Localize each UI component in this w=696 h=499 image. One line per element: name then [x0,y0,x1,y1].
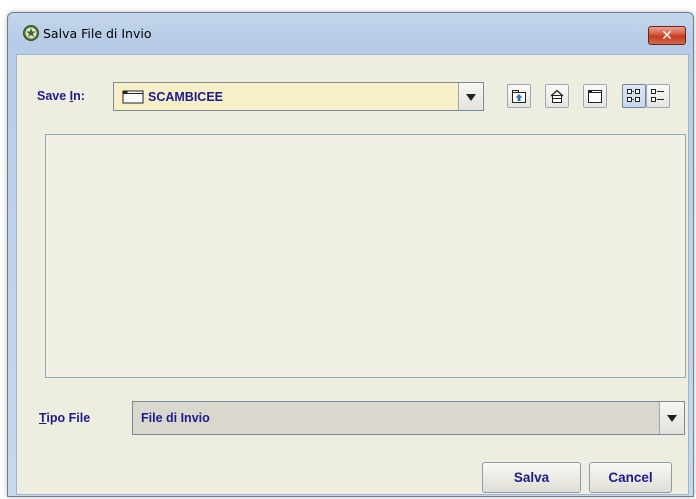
folder-icon [122,90,144,104]
save-dialog-window: Salva File di Invio ✕ Save In: SCAMBICEE [7,12,694,497]
up-one-level-button[interactable] [507,84,531,108]
save-button[interactable]: Salva [482,462,581,493]
details-view-icon [651,89,664,102]
window-title: Salva File di Invio [43,26,152,41]
list-view-icon [627,89,640,102]
chevron-down-icon[interactable] [659,402,684,434]
details-view-button[interactable] [646,84,670,108]
app-emblem-icon [23,25,39,41]
up-one-level-icon [512,90,526,103]
cancel-button[interactable]: Cancel [589,462,672,493]
close-button[interactable]: ✕ [648,26,686,45]
save-in-combobox[interactable]: SCAMBICEE [113,82,484,111]
save-in-label-suffix: n: [73,89,85,103]
file-type-label: Tipo File [39,411,90,425]
file-type-label-rest: ipo File [46,411,91,425]
home-icon [550,89,564,103]
new-folder-icon [588,90,602,103]
file-type-value: File di Invio [141,411,210,425]
list-view-button[interactable] [622,84,646,108]
title-bar[interactable]: Salva File di Invio ✕ [8,13,693,47]
save-in-label: Save In: [37,89,85,103]
new-folder-button[interactable] [583,84,607,108]
file-type-combobox[interactable]: File di Invio [132,401,685,435]
dialog-body: Save In: SCAMBICEE Tipo File File di Inv… [16,54,689,495]
chevron-down-icon[interactable] [458,83,483,110]
save-in-value: SCAMBICEE [148,90,224,104]
close-icon: ✕ [661,28,673,44]
save-in-label-prefix: Save [37,89,70,103]
file-list-pane[interactable] [45,134,686,378]
home-button[interactable] [545,84,569,108]
